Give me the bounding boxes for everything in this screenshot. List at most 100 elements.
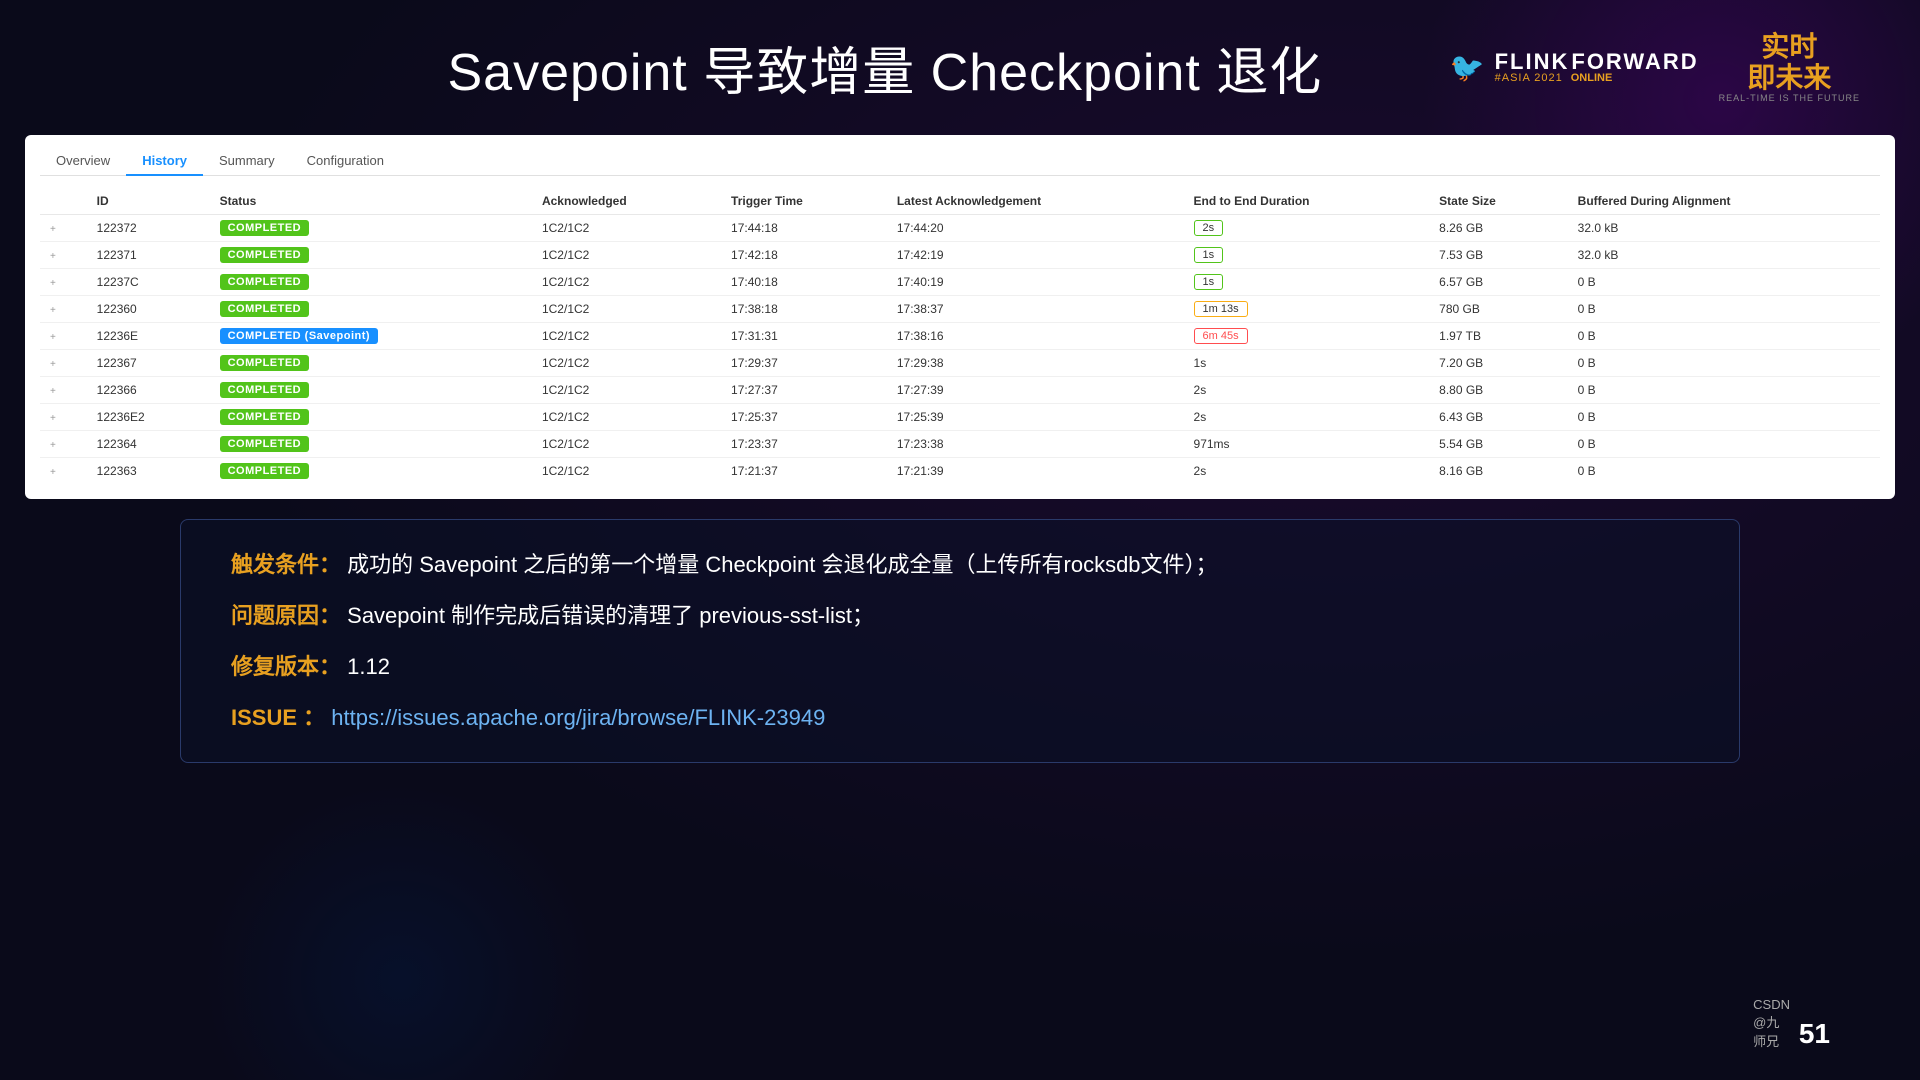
row-latest-ack: 17:42:19 [887,242,1184,269]
row-trigger-time: 17:40:18 [721,269,887,296]
row-duration: 1s [1184,269,1430,296]
row-state-size: 780 GB [1429,296,1568,323]
info-line-4: ISSUE ： https://issues.apache.org/jira/b… [231,701,1689,734]
row-id: 122360 [87,296,210,323]
row-latest-ack: 17:29:38 [887,350,1184,377]
row-expand[interactable]: + [40,323,87,350]
row-acknowledged: 1C2/1C2 [532,350,721,377]
row-buffered: 0 B [1568,350,1880,377]
row-id: 122366 [87,377,210,404]
checkpoint-table: ID Status Acknowledged Trigger Time Late… [40,188,1880,484]
table-row: + 12236E2 COMPLETED 1C2/1C2 17:25:37 17:… [40,404,1880,431]
row-acknowledged: 1C2/1C2 [532,269,721,296]
row-status: COMPLETED [210,269,532,296]
row-buffered: 0 B [1568,458,1880,485]
realtime-sub: REAL-TIME IS THE FUTURE [1719,93,1860,103]
row-state-size: 5.54 GB [1429,431,1568,458]
row-status: COMPLETED (Savepoint) [210,323,532,350]
row-expand[interactable]: + [40,269,87,296]
checkpoint-panel: Overview History Summary Configuration I… [25,135,1895,499]
row-expand[interactable]: + [40,404,87,431]
row-status: COMPLETED [210,431,532,458]
row-status: COMPLETED [210,296,532,323]
row-trigger-time: 17:29:37 [721,350,887,377]
row-buffered: 0 B [1568,296,1880,323]
slide-number: 51 [1799,1018,1830,1050]
issue-label: 问题原因： [231,603,341,628]
info-line-1: 触发条件： 成功的 Savepoint 之后的第一个增量 Checkpoint … [231,548,1689,581]
row-latest-ack: 17:23:38 [887,431,1184,458]
row-expand[interactable]: + [40,215,87,242]
col-acknowledged: Acknowledged [532,188,721,215]
row-expand[interactable]: + [40,242,87,269]
col-duration: End to End Duration [1184,188,1430,215]
table-row: + 122363 COMPLETED 1C2/1C2 17:21:37 17:2… [40,458,1880,485]
row-duration: 1m 13s [1184,296,1430,323]
table-row: + 122366 COMPLETED 1C2/1C2 17:27:37 17:2… [40,377,1880,404]
row-status: COMPLETED [210,377,532,404]
row-expand[interactable]: + [40,296,87,323]
tab-summary[interactable]: Summary [203,147,291,176]
header: Savepoint 导致增量 Checkpoint 退化 🐦 FLINK FOR… [0,0,1920,125]
row-buffered: 0 B [1568,323,1880,350]
tab-configuration[interactable]: Configuration [291,147,400,176]
row-trigger-time: 17:23:37 [721,431,887,458]
row-expand[interactable]: + [40,431,87,458]
row-latest-ack: 17:27:39 [887,377,1184,404]
trigger-text: 成功的 Savepoint 之后的第一个增量 Checkpoint 会退化成全量… [347,552,1217,577]
tab-history[interactable]: History [126,147,203,176]
logo-area: 🐦 FLINK FORWARD #ASIA 2021 ONLINE 实时 即未来… [1450,32,1860,104]
row-acknowledged: 1C2/1C2 [532,296,721,323]
realtime-logo: 实时 即未来 REAL-TIME IS THE FUTURE [1719,32,1860,104]
row-acknowledged: 1C2/1C2 [532,215,721,242]
row-acknowledged: 1C2/1C2 [532,323,721,350]
tab-overview[interactable]: Overview [40,147,126,176]
row-state-size: 8.16 GB [1429,458,1568,485]
issue-text: Savepoint 制作完成后错误的清理了 previous-sst-list； [347,603,874,628]
row-duration: 6m 45s [1184,323,1430,350]
row-trigger-time: 17:21:37 [721,458,887,485]
row-expand[interactable]: + [40,350,87,377]
issue-ref-label: ISSUE ： [231,705,325,730]
col-status: Status [210,188,532,215]
row-buffered: 0 B [1568,377,1880,404]
tab-bar: Overview History Summary Configuration [40,147,1880,176]
row-status: COMPLETED [210,350,532,377]
row-id: 122363 [87,458,210,485]
row-state-size: 6.43 GB [1429,404,1568,431]
row-trigger-time: 17:27:37 [721,377,887,404]
info-line-2: 问题原因： Savepoint 制作完成后错误的清理了 previous-sst… [231,599,1689,632]
issue-link[interactable]: https://issues.apache.org/jira/browse/FL… [331,705,825,730]
row-expand[interactable]: + [40,458,87,485]
row-acknowledged: 1C2/1C2 [532,431,721,458]
row-acknowledged: 1C2/1C2 [532,242,721,269]
row-expand[interactable]: + [40,377,87,404]
col-expand [40,188,87,215]
row-duration: 971ms [1184,431,1430,458]
col-id: ID [87,188,210,215]
row-buffered: 0 B [1568,431,1880,458]
row-acknowledged: 1C2/1C2 [532,404,721,431]
row-state-size: 7.20 GB [1429,350,1568,377]
row-trigger-time: 17:38:18 [721,296,887,323]
table-header-row: ID Status Acknowledged Trigger Time Late… [40,188,1880,215]
row-state-size: 6.57 GB [1429,269,1568,296]
row-trigger-time: 17:25:37 [721,404,887,431]
table-row: + 12236E COMPLETED (Savepoint) 1C2/1C2 1… [40,323,1880,350]
fix-text: 1.12 [347,654,390,679]
flink-text: FLINK [1495,51,1570,73]
table-row: + 122371 COMPLETED 1C2/1C2 17:42:18 17:4… [40,242,1880,269]
row-latest-ack: 17:44:20 [887,215,1184,242]
fix-label: 修复版本： [231,654,341,679]
row-latest-ack: 17:38:37 [887,296,1184,323]
row-status: COMPLETED [210,404,532,431]
info-line-3: 修复版本： 1.12 [231,650,1689,683]
trigger-label: 触发条件： [231,552,341,577]
row-status: COMPLETED [210,242,532,269]
row-status: COMPLETED [210,458,532,485]
table-row: + 12237C COMPLETED 1C2/1C2 17:40:18 17:4… [40,269,1880,296]
row-duration: 2s [1184,458,1430,485]
row-state-size: 8.26 GB [1429,215,1568,242]
row-state-size: 7.53 GB [1429,242,1568,269]
row-duration: 2s [1184,215,1430,242]
